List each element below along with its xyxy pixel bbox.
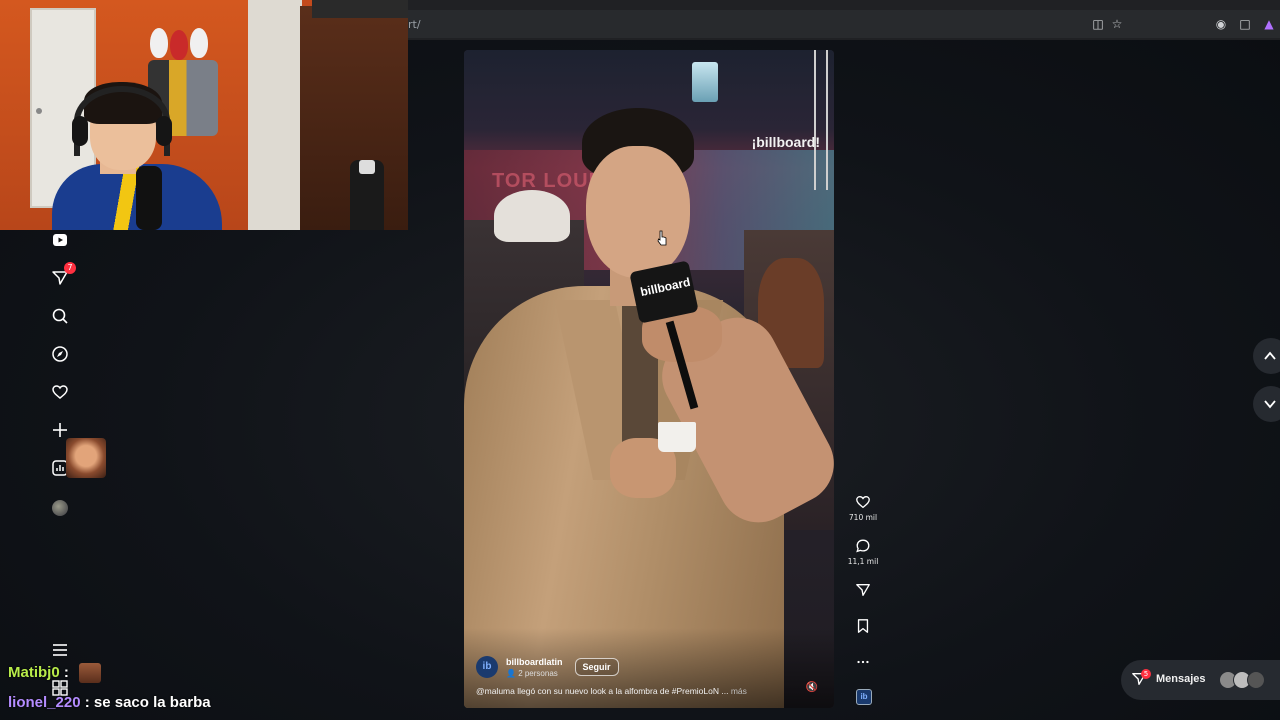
- extensions-puzzle-icon[interactable]: □: [1238, 17, 1252, 31]
- chat-emote: [79, 663, 102, 683]
- messages-label: Mensajes: [1156, 673, 1206, 685]
- mouse-cursor-icon: [657, 230, 667, 246]
- send-icon: [856, 584, 870, 596]
- chat-message: Matibj0 :: [8, 663, 102, 683]
- like-button[interactable]: 710 mil: [846, 494, 880, 522]
- notification-badge: 7: [64, 262, 76, 274]
- like-count: 710 mil: [848, 513, 878, 522]
- messages-button[interactable]: 5 Mensajes: [1121, 660, 1280, 700]
- heart-icon: [856, 495, 870, 509]
- install-app-icon[interactable]: ◫: [1091, 17, 1105, 31]
- chat-message: lionel_220 : se saco la barba: [8, 694, 211, 711]
- emote-sticker-overlay: [66, 438, 106, 478]
- search-icon[interactable]: [50, 306, 70, 326]
- reel-account: ib billboardlatin 👤 2 personas Seguir: [476, 656, 619, 678]
- explore-compass-icon[interactable]: [50, 344, 70, 364]
- person-face: [586, 146, 690, 278]
- more-dots-icon: [857, 660, 869, 664]
- address-bar[interactable]: [408, 10, 1280, 38]
- reel-video[interactable]: TOR LOUN ¡billboard! billboard ib billbo…: [464, 50, 834, 708]
- menu-icon[interactable]: [50, 640, 70, 660]
- audio-account-thumbnail[interactable]: ib: [856, 689, 872, 705]
- bookmark-icon: [857, 619, 869, 633]
- save-button[interactable]: [846, 618, 880, 634]
- reels-icon[interactable]: [50, 230, 70, 250]
- follow-button[interactable]: Seguir: [574, 658, 619, 676]
- paper-cup: [658, 422, 696, 452]
- profile-avatar[interactable]: [52, 500, 68, 516]
- account-avatar[interactable]: ib: [476, 656, 498, 678]
- extension-icon[interactable]: ◉: [1214, 17, 1228, 31]
- account-followers: 👤 2 personas: [506, 668, 558, 678]
- create-plus-icon[interactable]: [50, 420, 70, 440]
- comment-count: 11,1 mil: [847, 557, 879, 566]
- address-bar-url[interactable]: rt/: [408, 18, 421, 31]
- chat-username: Matibj0: [8, 663, 60, 681]
- direct-messages-icon[interactable]: 7: [50, 262, 76, 288]
- reel-caption[interactable]: @maluma llegó con su nuevo look a la alf…: [476, 686, 776, 696]
- messages-badge: 5: [1141, 669, 1151, 679]
- chevron-up-icon: [1264, 351, 1276, 360]
- account-name[interactable]: billboardlatin: [506, 657, 563, 667]
- more-options-button[interactable]: [846, 654, 880, 670]
- chat-username: lionel_220: [8, 694, 81, 711]
- billboard-watermark: ¡billboard!: [751, 134, 820, 150]
- streamer-webcam: [0, 0, 408, 230]
- bookmark-star-icon[interactable]: ☆: [1110, 17, 1124, 31]
- chat-text: se saco la barba: [93, 694, 211, 711]
- heart-icon[interactable]: [50, 382, 70, 402]
- comment-icon: [856, 539, 870, 553]
- share-button[interactable]: [846, 582, 880, 598]
- mute-icon[interactable]: 🔇: [805, 682, 819, 694]
- message-avatar: [1247, 671, 1265, 689]
- comment-button[interactable]: 11,1 mil: [846, 538, 880, 566]
- chevron-down-icon: [1264, 400, 1276, 409]
- caption-more-link[interactable]: más: [731, 686, 747, 696]
- microphone: [136, 166, 162, 230]
- profile-icon[interactable]: ▲: [1262, 17, 1276, 31]
